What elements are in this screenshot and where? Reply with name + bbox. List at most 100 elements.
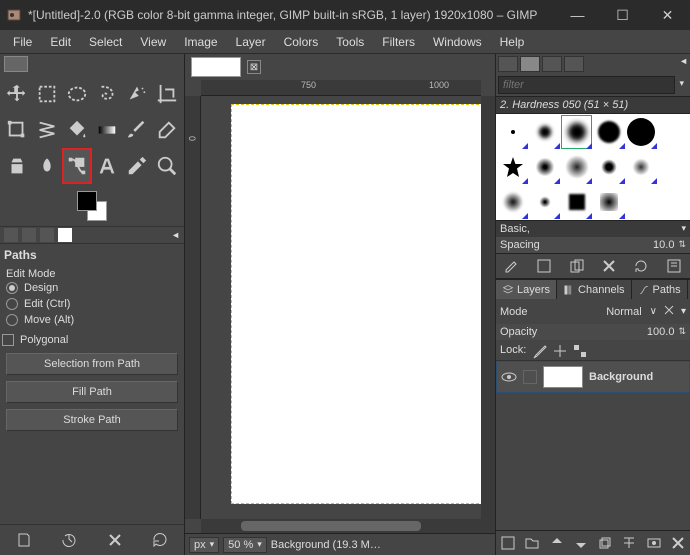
- canvas-viewport[interactable]: [201, 96, 481, 519]
- brush-item[interactable]: [497, 185, 528, 219]
- tool-fuzzy-select[interactable]: [122, 76, 152, 112]
- duplicate-layer-icon[interactable]: [597, 535, 613, 551]
- layer-name[interactable]: Background: [589, 371, 653, 383]
- brush-item[interactable]: [561, 185, 592, 219]
- menu-colors[interactable]: Colors: [275, 32, 328, 52]
- delete-layer-icon[interactable]: [670, 535, 686, 551]
- image-tab-close-icon[interactable]: ⊠: [247, 60, 261, 74]
- canvas[interactable]: [231, 104, 481, 504]
- tab-channels[interactable]: Channels: [557, 280, 631, 299]
- new-layer-icon[interactable]: [500, 535, 516, 551]
- chevron-down-icon[interactable]: ▾: [681, 306, 686, 317]
- brush-item[interactable]: [497, 115, 528, 149]
- delete-brush-icon[interactable]: [601, 258, 617, 274]
- lock-alpha-icon[interactable]: [572, 343, 586, 357]
- fill-path-button[interactable]: Fill Path: [6, 381, 178, 403]
- mode-edit[interactable]: Edit (Ctrl): [6, 296, 178, 312]
- tool-paintbrush[interactable]: [122, 112, 152, 148]
- lock-position-icon[interactable]: [552, 343, 566, 357]
- filter-dropdown-icon[interactable]: ▾: [675, 76, 688, 94]
- duplicate-brush-icon[interactable]: [569, 258, 585, 274]
- menu-view[interactable]: View: [131, 32, 175, 52]
- brush-item[interactable]: [561, 115, 592, 149]
- open-as-image-icon[interactable]: [666, 258, 682, 274]
- brush-item[interactable]: [626, 185, 657, 219]
- menu-windows[interactable]: Windows: [424, 32, 491, 52]
- mask-layer-icon[interactable]: [646, 535, 662, 551]
- brush-preset-selector[interactable]: Basic,▾: [496, 220, 690, 237]
- ruler-vertical[interactable]: 0: [185, 96, 201, 519]
- nav-button[interactable]: [481, 519, 495, 533]
- tool-options-tab3-icon[interactable]: [40, 228, 54, 242]
- stroke-path-button[interactable]: Stroke Path: [6, 409, 178, 431]
- dock-tab-1[interactable]: [498, 56, 518, 72]
- brush-item[interactable]: [658, 185, 689, 219]
- tool-paths[interactable]: [62, 148, 92, 184]
- mode-move[interactable]: Move (Alt): [6, 312, 178, 328]
- brush-item[interactable]: [658, 150, 689, 184]
- brush-item[interactable]: [497, 150, 528, 184]
- brush-item[interactable]: [561, 150, 592, 184]
- scrollbar-vertical[interactable]: [481, 96, 495, 519]
- save-preset-icon[interactable]: [15, 531, 33, 549]
- spinner-icon[interactable]: ⇅: [678, 326, 686, 338]
- tool-free-select[interactable]: [92, 76, 122, 112]
- dock-tab-4[interactable]: [564, 56, 584, 72]
- tool-clone[interactable]: [2, 148, 32, 184]
- merge-layer-icon[interactable]: [621, 535, 637, 551]
- scrollbar-thumb[interactable]: [241, 521, 421, 531]
- brush-item[interactable]: [593, 115, 624, 149]
- menu-image[interactable]: Image: [175, 32, 226, 52]
- brush-item[interactable]: [593, 150, 624, 184]
- edit-brush-icon[interactable]: [504, 258, 520, 274]
- reset-preset-icon[interactable]: [151, 531, 169, 549]
- maximize-button[interactable]: ☐: [600, 0, 645, 30]
- brush-item[interactable]: [529, 185, 560, 219]
- tool-options-tab4-icon[interactable]: [58, 228, 72, 242]
- tool-options-tab2-icon[interactable]: [22, 228, 36, 242]
- brush-item[interactable]: [626, 115, 657, 149]
- layer-opacity[interactable]: Opacity 100.0 ⇅: [496, 324, 690, 340]
- eye-icon[interactable]: [501, 369, 517, 385]
- menu-file[interactable]: File: [4, 32, 41, 52]
- tool-options-menu-icon[interactable]: ◄: [171, 230, 180, 240]
- tab-layers[interactable]: Layers: [496, 280, 557, 299]
- mode-design[interactable]: Design: [6, 280, 178, 296]
- foreground-color[interactable]: [77, 191, 97, 211]
- layer-item[interactable]: Background: [496, 361, 690, 393]
- image-tab[interactable]: [191, 57, 241, 77]
- layer-thumbnail[interactable]: [543, 366, 583, 388]
- menu-layer[interactable]: Layer: [227, 32, 275, 52]
- brush-filter-input[interactable]: [498, 76, 675, 94]
- tool-smudge[interactable]: [32, 148, 62, 184]
- refresh-brush-icon[interactable]: [633, 258, 649, 274]
- tool-zoom[interactable]: [152, 148, 182, 184]
- brush-item[interactable]: [529, 150, 560, 184]
- menu-select[interactable]: Select: [80, 32, 131, 52]
- brush-item[interactable]: [626, 150, 657, 184]
- mode-switch-icon[interactable]: [661, 302, 677, 321]
- brush-item[interactable]: [529, 115, 560, 149]
- close-button[interactable]: ✕: [645, 0, 690, 30]
- new-group-icon[interactable]: [524, 535, 540, 551]
- tool-warp[interactable]: [32, 112, 62, 148]
- lower-layer-icon[interactable]: [573, 535, 589, 551]
- brush-spacing[interactable]: Spacing 10.0 ⇅: [496, 237, 690, 253]
- menu-filters[interactable]: Filters: [373, 32, 424, 52]
- tool-eraser[interactable]: [152, 112, 182, 148]
- chevron-down-icon[interactable]: ∨: [650, 306, 657, 317]
- restore-preset-icon[interactable]: [60, 531, 78, 549]
- polygonal-check[interactable]: Polygonal: [2, 332, 178, 348]
- selection-from-path-button[interactable]: Selection from Path: [6, 353, 178, 375]
- menu-help[interactable]: Help: [491, 32, 534, 52]
- toolbox-tab-tools[interactable]: [4, 56, 28, 72]
- tool-ellipse-select[interactable]: [62, 76, 92, 112]
- tool-options-tab-icon[interactable]: [4, 228, 18, 242]
- menu-edit[interactable]: Edit: [41, 32, 80, 52]
- tool-rect-select[interactable]: [32, 76, 62, 112]
- ruler-horizontal[interactable]: 750 1000: [201, 80, 481, 96]
- tool-color-picker[interactable]: [122, 148, 152, 184]
- dock-tab-3[interactable]: [542, 56, 562, 72]
- lock-pixels-icon[interactable]: [532, 343, 546, 357]
- minimize-button[interactable]: —: [555, 0, 600, 30]
